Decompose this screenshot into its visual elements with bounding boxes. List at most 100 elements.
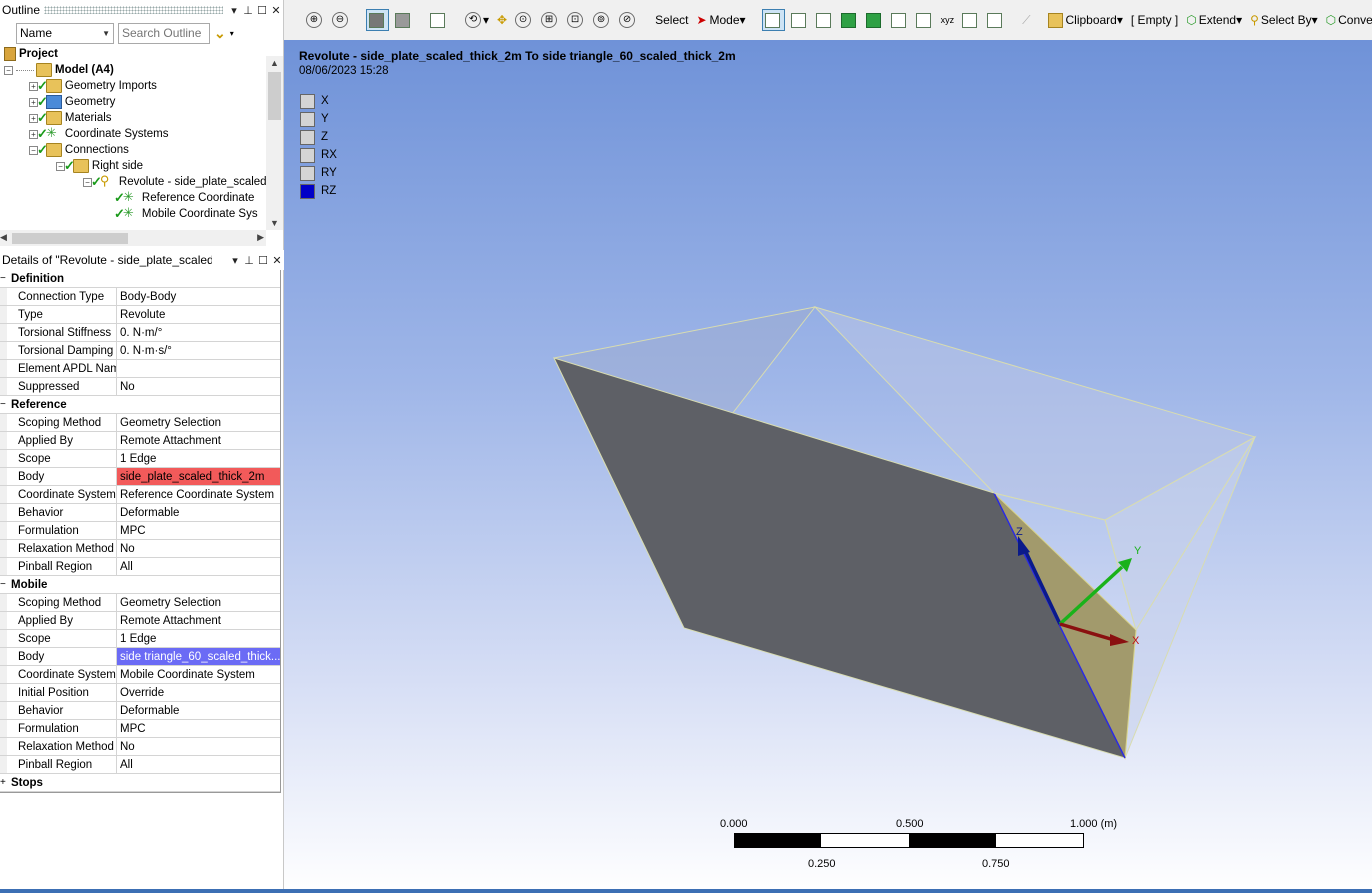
magnifier-icon[interactable]: ⊚ xyxy=(591,9,613,31)
details-row[interactable]: Behavior Deformable xyxy=(0,702,280,720)
close-icon[interactable]: ✕ xyxy=(269,4,283,17)
tree-item-revolute[interactable]: − ✓ ⚲ Revolute - side_plate_scaled xyxy=(83,174,267,190)
chevron-down-icon[interactable]: ▾ xyxy=(230,29,234,38)
scroll-right-icon[interactable]: ▶ xyxy=(257,232,264,243)
tree-item-geometry[interactable]: + ✓ Geometry xyxy=(29,94,115,110)
details-row-value[interactable]: All xyxy=(117,558,280,575)
details-row-value[interactable]: Remote Attachment xyxy=(117,432,280,449)
details-row-value[interactable]: MPC xyxy=(117,522,280,539)
outline-vertical-scrollbar[interactable]: ▲ ▼ xyxy=(266,56,283,230)
details-row-value[interactable]: Override xyxy=(117,684,280,701)
scroll-thumb[interactable] xyxy=(268,72,281,120)
details-row-value[interactable]: Reference Coordinate System xyxy=(117,486,280,503)
tree-item-model[interactable]: − Model (A4) xyxy=(4,62,114,78)
tree-item-materials[interactable]: + ✓ Materials xyxy=(29,110,112,126)
select-face-icon[interactable] xyxy=(814,9,835,31)
details-row-value[interactable]: MPC xyxy=(117,720,280,737)
select-by-button[interactable]: ⚲ Select By ▾ xyxy=(1248,9,1320,31)
close-icon[interactable]: ✕ xyxy=(270,254,284,267)
maximize-icon[interactable]: ☐ xyxy=(256,254,270,267)
tree-item-mobile-coordinate[interactable]: ✓ ✳ Mobile Coordinate Sys xyxy=(114,206,258,222)
details-row[interactable]: Scope 1 Edge xyxy=(0,450,280,468)
tree-item-connections[interactable]: − ✓ Connections xyxy=(29,142,129,158)
details-row[interactable]: Relaxation Method No xyxy=(0,738,280,756)
scroll-thumb[interactable] xyxy=(12,233,128,244)
wireframe-view-icon[interactable] xyxy=(393,9,414,31)
details-row[interactable]: Element APDL Name xyxy=(0,360,280,378)
details-row[interactable]: Formulation MPC xyxy=(0,522,280,540)
select-element-face-icon[interactable] xyxy=(889,9,910,31)
details-row[interactable]: Body side_plate_scaled_thick_2m xyxy=(0,468,280,486)
previous-view-icon[interactable]: ⊘ xyxy=(617,9,639,31)
details-row[interactable]: Relaxation Method No xyxy=(0,540,280,558)
zoom-in-icon[interactable]: ⊕ xyxy=(304,9,326,31)
dropdown-icon[interactable]: ▾ xyxy=(228,254,242,267)
details-row-value[interactable]: No xyxy=(117,378,280,395)
zoom-to-fit-icon[interactable]: ⊡ xyxy=(565,9,587,31)
details-row-value[interactable]: 0. N·m·s/° xyxy=(117,342,280,359)
tree-item-geometry-imports[interactable]: + ✓ Geometry Imports xyxy=(29,78,157,94)
details-row-value[interactable]: Remote Attachment xyxy=(117,612,280,629)
details-row-value[interactable]: 1 Edge xyxy=(117,450,280,467)
collapse-icon[interactable]: − xyxy=(0,273,6,284)
select-button[interactable]: Select xyxy=(653,9,690,31)
details-row[interactable]: Pinball Region All xyxy=(0,756,280,774)
coordinate-select-icon[interactable]: xyz xyxy=(939,9,957,31)
details-row[interactable]: Initial Position Override xyxy=(0,684,280,702)
details-row[interactable]: Formulation MPC xyxy=(0,720,280,738)
clipboard-button[interactable]: Clipboard ▾ xyxy=(1046,9,1124,31)
expand-icon[interactable]: + xyxy=(0,777,6,788)
outline-horizontal-scrollbar[interactable]: ◀ ▶ xyxy=(0,230,266,246)
details-section-header[interactable]: − Reference xyxy=(0,396,280,414)
select-element-icon[interactable] xyxy=(914,9,935,31)
details-row-value[interactable] xyxy=(117,360,280,377)
details-row[interactable]: Connection Type Body-Body xyxy=(0,288,280,306)
rotate-icon[interactable]: ⟲ ▾ xyxy=(463,9,491,31)
extend-button[interactable]: ⬡ Extend ▾ xyxy=(1184,9,1244,31)
details-row-value[interactable]: Mobile Coordinate System xyxy=(117,666,280,683)
select-edge-icon[interactable] xyxy=(789,9,810,31)
scroll-left-icon[interactable]: ◀ xyxy=(0,232,7,243)
collapse-icon[interactable]: − xyxy=(4,65,13,75)
details-row[interactable]: Applied By Remote Attachment xyxy=(0,612,280,630)
details-row[interactable]: Scoping Method Geometry Selection xyxy=(0,594,280,612)
shaded-view-icon[interactable] xyxy=(366,9,389,31)
collapse-icon[interactable]: − xyxy=(0,399,6,410)
tree-item-right-side[interactable]: − ✓ Right side xyxy=(56,158,143,174)
details-row-value[interactable]: Geometry Selection xyxy=(117,414,280,431)
details-row-value[interactable]: No xyxy=(117,738,280,755)
abc-select-icon[interactable] xyxy=(985,9,1006,31)
dropdown-icon[interactable]: ▾ xyxy=(227,4,241,17)
details-row-value[interactable]: No xyxy=(117,540,280,557)
details-row-value[interactable]: Body-Body xyxy=(117,288,280,305)
expand-all-icon[interactable]: ⌄ xyxy=(214,25,226,42)
details-row[interactable]: Type Revolute xyxy=(0,306,280,324)
label-select-icon[interactable] xyxy=(960,9,981,31)
name-filter-combo[interactable]: Name ▼ xyxy=(16,22,114,44)
details-row[interactable]: Coordinate System Mobile Coordinate Syste… xyxy=(0,666,280,684)
explode-icon[interactable] xyxy=(428,9,449,31)
zoom-out-icon[interactable]: ⊖ xyxy=(330,9,352,31)
details-row-value[interactable]: side triangle_60_scaled_thick... xyxy=(117,648,280,665)
details-section-header[interactable]: − Definition xyxy=(0,270,280,288)
details-row-value[interactable]: Deformable xyxy=(117,504,280,521)
select-body-icon[interactable] xyxy=(839,9,860,31)
details-row[interactable]: Body side triangle_60_scaled_thick... xyxy=(0,648,280,666)
scroll-down-icon[interactable]: ▼ xyxy=(270,218,279,228)
details-row[interactable]: Scoping Method Geometry Selection xyxy=(0,414,280,432)
details-section-header[interactable]: − Mobile xyxy=(0,576,280,594)
select-node-icon[interactable] xyxy=(864,9,885,31)
box-zoom-icon[interactable]: ⊞ xyxy=(539,9,561,31)
convert-button[interactable]: ⬡ Conve xyxy=(1324,9,1372,31)
details-row[interactable]: Coordinate System Reference Coordinate Sy… xyxy=(0,486,280,504)
graphics-viewport[interactable]: Revolute - side_plate_scaled_thick_2m To… xyxy=(284,40,1372,893)
pin-icon[interactable]: ⊥ xyxy=(242,254,256,267)
tree-item-coordinate-systems[interactable]: + ✓ ✳ Coordinate Systems xyxy=(29,126,168,142)
details-row-value[interactable]: Revolute xyxy=(117,306,280,323)
details-row[interactable]: Behavior Deformable xyxy=(0,504,280,522)
mode-button[interactable]: ➤ Mode ▾ xyxy=(694,9,747,31)
details-row-value[interactable]: All xyxy=(117,756,280,773)
tree-item-project[interactable]: Project xyxy=(4,46,58,62)
pan-icon[interactable]: ✥ xyxy=(495,9,509,31)
model-geometry[interactable]: Z Y X xyxy=(284,40,1372,893)
